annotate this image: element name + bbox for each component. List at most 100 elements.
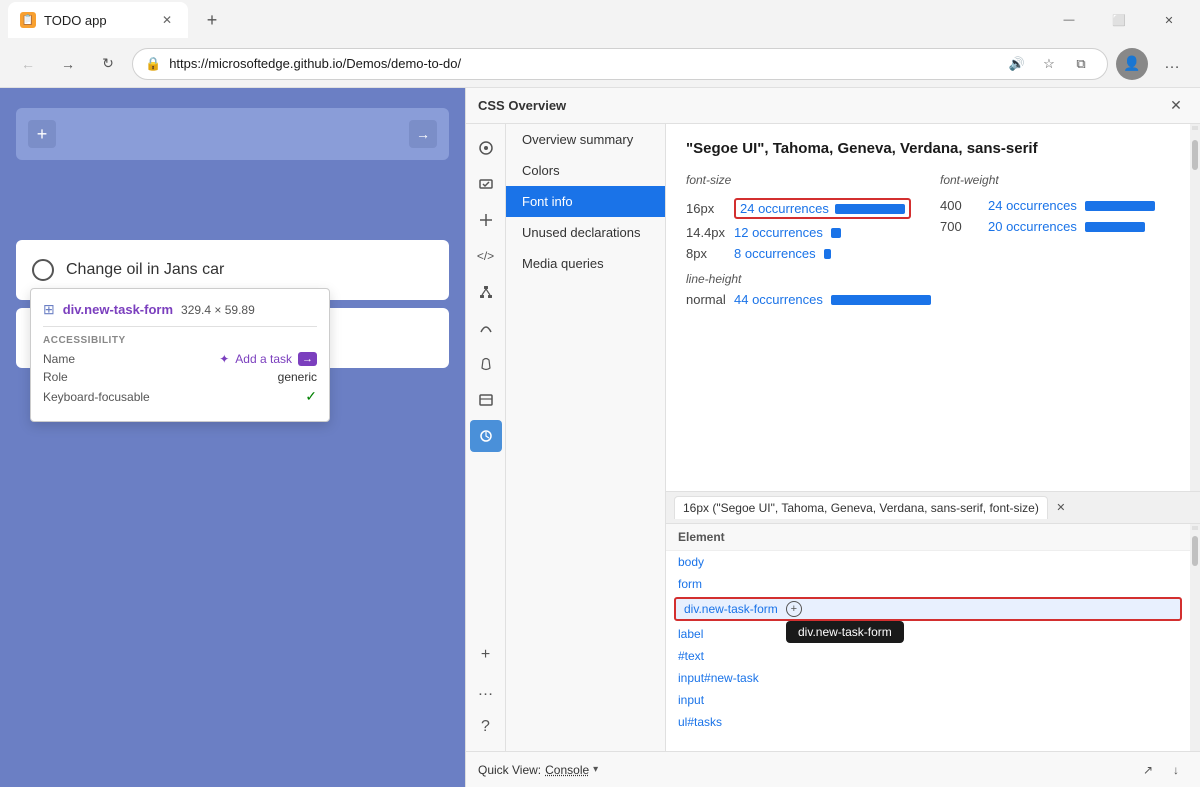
sidebar-icon-performance[interactable] xyxy=(470,312,502,344)
quick-view-label: Quick View: xyxy=(478,763,541,777)
element-header: Element xyxy=(666,524,1190,551)
nav-item-unused-declarations[interactable]: Unused declarations xyxy=(506,217,665,248)
font-144px-occurrences[interactable]: 12 occurrences xyxy=(734,225,823,240)
devtools-toolbar: CSS Overview ✕ xyxy=(466,88,1200,124)
role-value: generic xyxy=(278,370,317,384)
browser-tab[interactable]: 📋 TODO app ✕ xyxy=(8,2,188,38)
sidebar-icon-application[interactable] xyxy=(470,384,502,416)
bottom-section-scrollbar[interactable] xyxy=(1190,524,1200,751)
arrow-icon: → xyxy=(298,352,317,366)
font-weight-700: 700 xyxy=(940,219,980,234)
quick-view-console-label[interactable]: Console xyxy=(545,763,589,777)
font-weight-header: font-weight xyxy=(940,173,1170,187)
element-row-input-new-task[interactable]: input#new-task xyxy=(666,667,1190,689)
read-aloud-button[interactable]: 🔊 xyxy=(1003,50,1031,78)
font-weight-700-row: 700 20 occurrences xyxy=(940,216,1170,237)
element-div-text: div.new-task-form xyxy=(684,602,778,616)
font-weight-400: 400 xyxy=(940,198,980,213)
tab-close-button[interactable]: ✕ xyxy=(158,11,176,29)
quick-view-dropdown-arrow[interactable]: ▾ xyxy=(593,764,598,775)
nav-item-font-info[interactable]: Font info xyxy=(506,186,665,217)
more-options-button[interactable]: … xyxy=(1156,48,1188,80)
name-row: Name ✦ Add a task → xyxy=(43,352,317,366)
element-row-text[interactable]: #text xyxy=(666,645,1190,667)
font-size-header: font-size xyxy=(686,173,916,187)
font-400-occurrences[interactable]: 24 occurrences xyxy=(988,198,1077,213)
element-panel-tabs: 16px ("Segoe UI", Tahoma, Geneva, Verdan… xyxy=(666,492,1200,524)
sidebar-icon-network[interactable] xyxy=(470,276,502,308)
font-8px-occurrences[interactable]: 8 occurrences xyxy=(734,246,816,261)
forward-button[interactable]: → xyxy=(52,48,84,80)
sidebar-icon-elements[interactable] xyxy=(470,204,502,236)
devtools-sidebar: </> xyxy=(466,124,506,751)
element-form-text: form xyxy=(678,577,702,591)
sidebar-icon-console[interactable] xyxy=(470,168,502,200)
line-height-normal-row: normal 44 occurrences xyxy=(686,292,1170,307)
element-tooltip-text: div.new-task-form xyxy=(798,625,892,639)
sidebar-icon-inspect[interactable] xyxy=(470,132,502,164)
bottom-scrollbar-thumb[interactable] xyxy=(1192,536,1198,566)
add-task-arrow-button[interactable]: → xyxy=(409,120,437,148)
element-text-text: #text xyxy=(678,649,704,663)
font-16px-occurrences[interactable]: 24 occurrences xyxy=(740,201,829,216)
close-button[interactable]: ✕ xyxy=(1146,4,1192,36)
font-size-column: font-size 16px 24 occurrences xyxy=(686,173,916,264)
line-height-occurrences[interactable]: 44 occurrences xyxy=(734,292,823,307)
sidebar-icon-css-overview[interactable] xyxy=(470,420,502,452)
top-section-scrollbar[interactable] xyxy=(1190,124,1200,491)
devtools-close-button[interactable]: ✕ xyxy=(1164,94,1188,118)
element-expand-button[interactable]: + xyxy=(786,601,802,617)
quick-view-collapse-button[interactable]: ↓ xyxy=(1164,758,1188,782)
tab-favicon: 📋 xyxy=(20,12,36,28)
nav-item-media-queries[interactable]: Media queries xyxy=(506,248,665,279)
font-size-144px: 14.4px xyxy=(686,225,726,240)
nav-item-overview-summary[interactable]: Overview summary xyxy=(506,124,665,155)
sidebar-icon-add[interactable]: + xyxy=(470,639,502,671)
element-row-form[interactable]: form xyxy=(666,573,1190,595)
favorites-button[interactable]: ☆ xyxy=(1035,50,1063,78)
collections-button[interactable]: ⧉ xyxy=(1067,50,1095,78)
font-props-columns: font-size 16px 24 occurrences xyxy=(686,173,1170,264)
element-input-new-task-text: input#new-task xyxy=(678,671,759,685)
quick-view-export-button[interactable]: ↗ xyxy=(1136,758,1160,782)
name-label: Name xyxy=(43,352,75,366)
element-row-input[interactable]: input xyxy=(666,689,1190,711)
nav-item-colors[interactable]: Colors xyxy=(506,155,665,186)
reload-button[interactable]: ↻ xyxy=(92,48,124,80)
font-family-name: "Segoe UI", Tahoma, Geneva, Verdana, san… xyxy=(686,140,1170,157)
sidebar-icon-memory[interactable] xyxy=(470,348,502,380)
line-height-normal: normal xyxy=(686,292,726,307)
sidebar-icon-more[interactable]: … xyxy=(470,675,502,707)
element-tab-close-button[interactable]: ✕ xyxy=(1052,499,1070,517)
sidebar-icon-sources[interactable]: </> xyxy=(470,240,502,272)
maximize-button[interactable]: ⬜ xyxy=(1096,4,1142,36)
address-bar[interactable]: 🔒 https://microsoftedge.github.io/Demos/… xyxy=(132,48,1108,80)
font-weight-400-row: 400 24 occurrences xyxy=(940,195,1170,216)
title-bar: 📋 TODO app ✕ + — ⬜ ✕ xyxy=(0,0,1200,40)
content-area: + → ⊞ div.new-task-form 329.4 × 59.89 AC… xyxy=(0,88,1200,787)
minimize-button[interactable]: — xyxy=(1046,4,1092,36)
font-size-16px-row: 16px 24 occurrences xyxy=(686,195,916,222)
css-overview-layout: Overview summary Colors Font info Unused… xyxy=(506,124,1200,751)
element-row-div-new-task-form[interactable]: div.new-task-form + xyxy=(674,597,1182,621)
new-tab-button[interactable]: + xyxy=(196,4,228,36)
font-size-144px-row: 14.4px 12 occurrences xyxy=(686,222,916,243)
todo-checkbox-1[interactable] xyxy=(32,259,54,281)
element-row-body[interactable]: body xyxy=(666,551,1190,573)
element-row-label[interactable]: label xyxy=(666,623,1190,645)
back-button[interactable]: ← xyxy=(12,48,44,80)
top-scrollbar-thumb[interactable] xyxy=(1192,140,1198,170)
add-task-plus-button[interactable]: + xyxy=(28,120,56,148)
line-height-header: line-height xyxy=(686,272,1170,286)
element-row-ul-tasks[interactable]: ul#tasks xyxy=(666,711,1190,733)
window-controls: — ⬜ ✕ xyxy=(1046,4,1192,36)
add-task-bar[interactable]: + → xyxy=(16,108,449,160)
font-700-occurrences[interactable]: 20 occurrences xyxy=(988,219,1077,234)
lock-icon: 🔒 xyxy=(145,56,161,72)
element-body-text: body xyxy=(678,555,704,569)
sidebar-icon-help[interactable]: ? xyxy=(470,711,502,743)
element-tab-font-size[interactable]: 16px ("Segoe UI", Tahoma, Geneva, Verdan… xyxy=(674,496,1048,519)
element-icon: ⊞ xyxy=(43,301,55,318)
profile-button[interactable]: 👤 xyxy=(1116,48,1148,80)
font-size-8px-row: 8px 8 occurrences xyxy=(686,243,916,264)
